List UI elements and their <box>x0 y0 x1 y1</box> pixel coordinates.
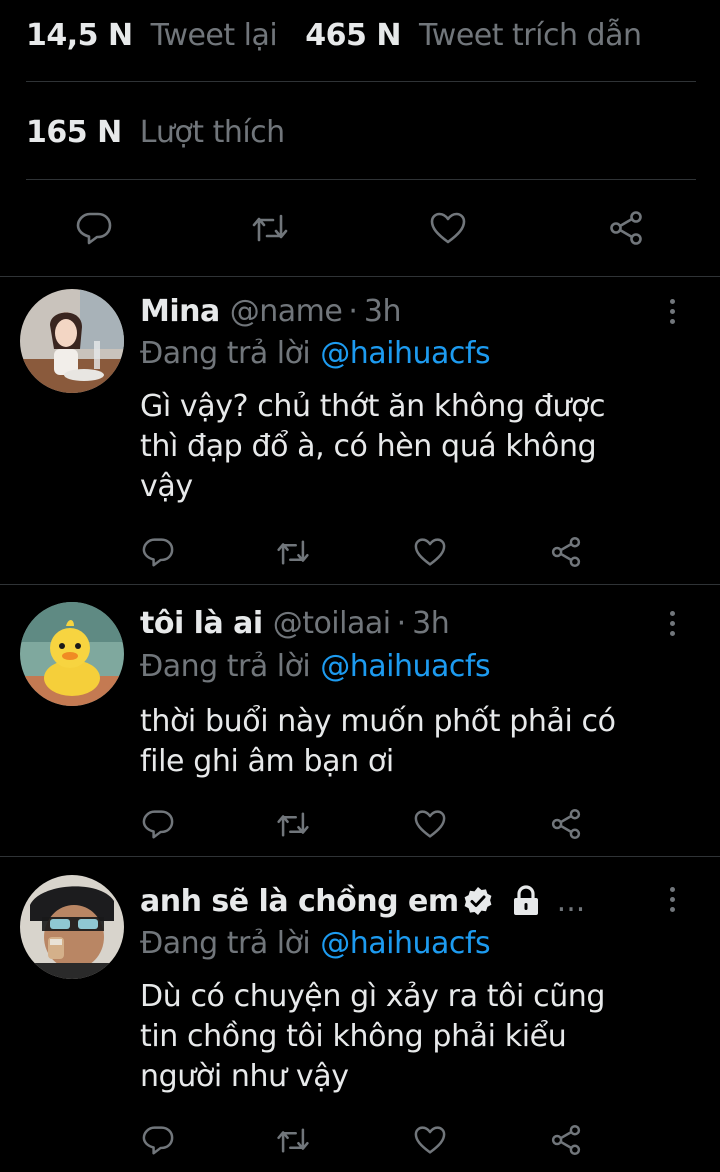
reply-text: thời buổi này muốn phốt phải có file ghi… <box>140 702 680 782</box>
likes-count: 165 N <box>26 114 122 150</box>
reply-tweet[interactable]: anh sẽ là chồng em ... Đang trả lời @hai… <box>0 857 720 1172</box>
text-line: thì đạp đổ à, có hèn quá không <box>140 429 597 464</box>
reply-text: Gì vậy? chủ thớt ăn không được thì đạp đ… <box>140 387 680 507</box>
text-line: Dù có chuyện gì xảy ra tôi cũng <box>140 979 606 1014</box>
retweet-button[interactable] <box>268 1115 318 1165</box>
like-icon <box>414 538 446 566</box>
share-icon <box>551 1124 581 1156</box>
mention-link[interactable]: @haihuacfs <box>320 336 490 371</box>
retweet-icon <box>277 1127 309 1153</box>
more-options-icon[interactable] <box>664 291 680 331</box>
share-button[interactable] <box>541 527 591 577</box>
author-name[interactable]: Mina <box>140 294 220 329</box>
like-button[interactable] <box>405 799 455 849</box>
like-icon <box>430 212 466 244</box>
text-line: Gì vậy? chủ thớt ăn không được <box>140 389 606 424</box>
text-line: vậy <box>140 469 193 504</box>
reply-text: Dù có chuyện gì xảy ra tôi cũng tin chồn… <box>140 977 680 1097</box>
more-options-icon[interactable] <box>664 603 680 643</box>
author-handle[interactable]: @name <box>230 294 343 329</box>
reply-icon <box>142 1126 174 1155</box>
avatar-photo <box>20 875 124 979</box>
replying-to: Đang trả lời @haihuacfs <box>140 646 491 686</box>
divider <box>26 81 696 82</box>
reply-header: tôi là ai @toilaai · 3h <box>140 603 650 643</box>
timestamp[interactable]: 3h <box>412 606 450 641</box>
share-button[interactable] <box>541 1115 591 1165</box>
author-name[interactable]: tôi là ai <box>140 606 263 641</box>
reply-icon <box>142 538 174 567</box>
tweet-action-bar <box>0 198 720 258</box>
share-icon <box>610 211 642 245</box>
quotes-stat[interactable]: 465 N Tweet trích dẫn <box>305 17 642 53</box>
separator: · <box>396 605 407 641</box>
share-icon <box>551 808 581 840</box>
retweet-icon <box>277 539 309 565</box>
reply-button[interactable] <box>64 198 124 258</box>
mention-link[interactable]: @haihuacfs <box>320 649 490 684</box>
text-line: thời buổi này muốn phốt phải có <box>140 704 616 739</box>
likes-stats-row: 165 N Lượt thích <box>0 107 720 157</box>
like-icon <box>414 1126 446 1154</box>
retweet-button[interactable] <box>240 198 300 258</box>
engagement-stats-row: 14,5 N Tweet lại 465 N Tweet trích dẫn <box>0 10 720 60</box>
avatar-photo <box>20 289 124 393</box>
avatar[interactable] <box>20 602 124 706</box>
quotes-count: 465 N <box>305 17 401 53</box>
like-icon <box>414 810 446 838</box>
like-button[interactable] <box>405 1115 455 1165</box>
retweet-button[interactable] <box>268 799 318 849</box>
text-line: file ghi âm bạn ơi <box>140 744 394 779</box>
reply-action-bar <box>0 527 720 577</box>
retweet-icon <box>252 214 288 242</box>
author-name[interactable]: anh sẽ là chồng em <box>140 884 459 919</box>
replying-label: Đang trả lời <box>140 925 311 961</box>
retweets-label: Tweet lại <box>150 17 278 53</box>
reply-tweet[interactable]: Mina @name · 3h Đang trả lời @haihuacfs … <box>0 277 720 584</box>
reply-header: Mina @name · 3h <box>140 291 650 331</box>
mention-link[interactable]: @haihuacfs <box>320 926 490 961</box>
name-ellipsis: ... <box>556 883 586 919</box>
reply-action-bar <box>0 799 720 849</box>
replying-label: Đang trả lời <box>140 648 311 684</box>
divider <box>26 179 696 180</box>
reply-header: anh sẽ là chồng em ... <box>140 881 660 921</box>
reply-icon <box>76 212 112 245</box>
retweets-count: 14,5 N <box>26 17 133 53</box>
share-button[interactable] <box>541 799 591 849</box>
reply-icon <box>142 810 174 839</box>
verified-badge-icon <box>463 886 493 916</box>
avatar-photo <box>20 602 124 706</box>
retweet-icon <box>277 811 309 837</box>
text-line: người như vậy <box>140 1059 349 1094</box>
reply-button[interactable] <box>133 527 183 577</box>
reply-tweet[interactable]: tôi là ai @toilaai · 3h Đang trả lời @ha… <box>0 585 720 855</box>
author-handle[interactable]: @toilaai <box>273 606 391 641</box>
reply-button[interactable] <box>133 1115 183 1165</box>
retweets-stat[interactable]: 14,5 N Tweet lại <box>26 17 278 53</box>
share-button[interactable] <box>596 198 656 258</box>
replying-to: Đang trả lời @haihuacfs <box>140 333 491 373</box>
likes-stat[interactable]: 165 N Lượt thích <box>26 115 285 150</box>
more-options-icon[interactable] <box>664 879 680 919</box>
quotes-label: Tweet trích dẫn <box>418 17 642 53</box>
share-icon <box>551 536 581 568</box>
avatar[interactable] <box>20 289 124 393</box>
replying-to: Đang trả lời @haihuacfs <box>140 923 491 963</box>
timestamp[interactable]: 3h <box>364 294 402 329</box>
text-line: tin chồng tôi không phải kiểu <box>140 1019 567 1054</box>
avatar[interactable] <box>20 875 124 979</box>
likes-label: Lượt thích <box>139 114 286 150</box>
separator: · <box>348 293 358 329</box>
like-button[interactable] <box>405 527 455 577</box>
reply-action-bar <box>0 1115 720 1165</box>
like-button[interactable] <box>418 198 478 258</box>
protected-lock-icon <box>511 885 541 917</box>
reply-button[interactable] <box>133 799 183 849</box>
replying-label: Đang trả lời <box>140 335 311 371</box>
retweet-button[interactable] <box>268 527 318 577</box>
